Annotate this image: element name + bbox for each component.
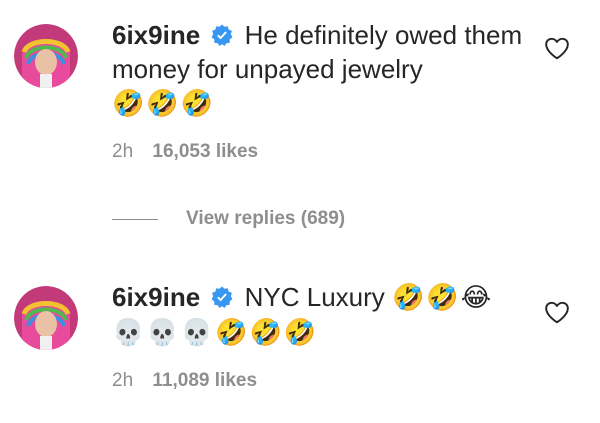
comment-meta: 2h 16,053 likes bbox=[112, 141, 532, 163]
comment-text-block: 6ix9ine NYC Luxury 🤣🤣😂 💀💀💀🤣🤣🤣 bbox=[112, 280, 532, 350]
heart-outline-icon[interactable] bbox=[544, 300, 570, 324]
likes-count[interactable]: 11,089 likes bbox=[152, 370, 257, 391]
username[interactable]: 6ix9ine bbox=[112, 282, 200, 312]
comment-emojis-line2: 💀💀💀🤣🤣🤣 bbox=[112, 318, 319, 348]
avatar-image bbox=[14, 24, 78, 88]
avatar[interactable] bbox=[14, 286, 78, 350]
comment-emojis: 🤣🤣🤣 bbox=[112, 89, 216, 119]
view-replies-button[interactable]: View replies (689) bbox=[112, 208, 345, 230]
comment-emojis-inline: 🤣🤣😂 bbox=[392, 283, 494, 313]
comment-time[interactable]: 2h bbox=[112, 370, 133, 391]
comment-text-block: 6ix9ine He definitely owed them money fo… bbox=[112, 18, 532, 121]
heart-outline-icon[interactable] bbox=[544, 36, 570, 60]
comment-text: NYC Luxury bbox=[244, 282, 385, 312]
comment-body: 6ix9ine NYC Luxury 🤣🤣😂 💀💀💀🤣🤣🤣 2h 11,089 … bbox=[112, 280, 532, 392]
avatar-image bbox=[14, 286, 78, 350]
replies-divider-line bbox=[112, 218, 158, 220]
view-replies-label: View replies (689) bbox=[186, 208, 346, 229]
avatar[interactable] bbox=[14, 24, 78, 88]
username[interactable]: 6ix9ine bbox=[112, 20, 200, 50]
verified-badge-icon bbox=[211, 282, 233, 308]
likes-count[interactable]: 16,053 likes bbox=[152, 141, 258, 162]
comment-meta: 2h 11,089 likes bbox=[112, 370, 532, 392]
comment-body: 6ix9ine He definitely owed them money fo… bbox=[112, 18, 532, 163]
verified-badge-icon bbox=[211, 20, 233, 46]
comment-time[interactable]: 2h bbox=[112, 141, 133, 162]
